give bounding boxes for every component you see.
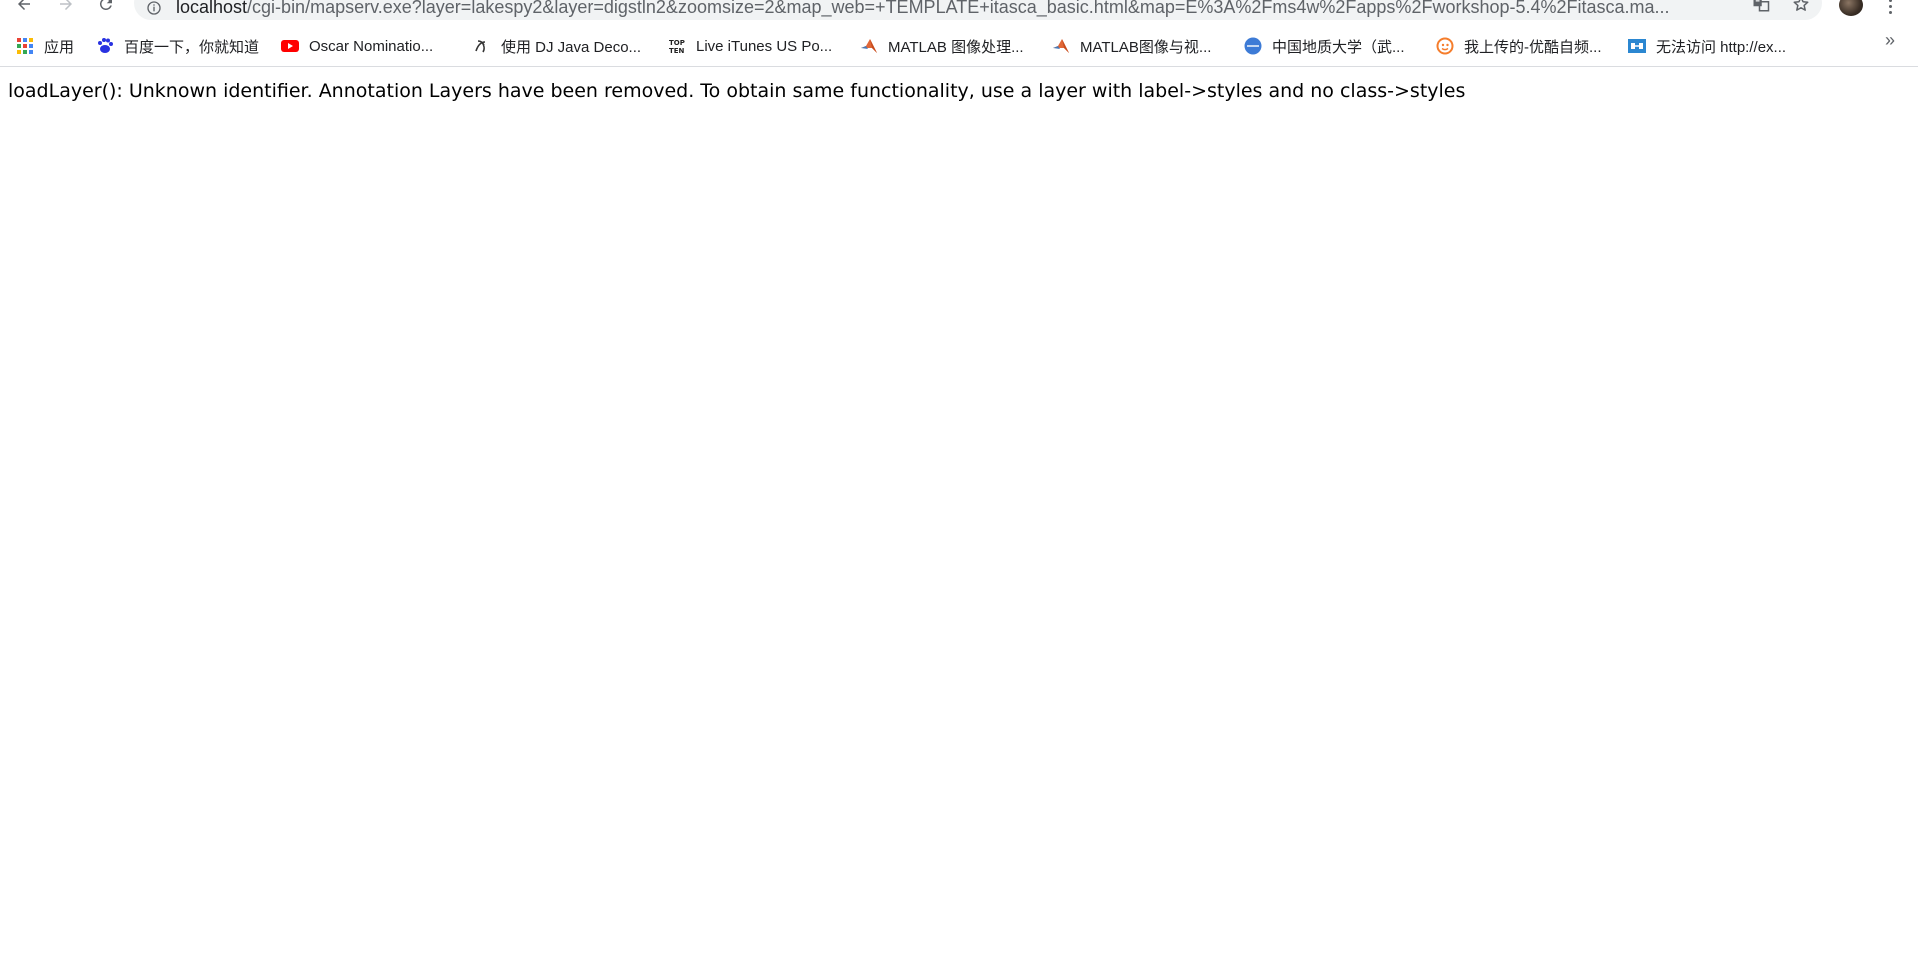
reload-icon <box>99 0 112 10</box>
back-button[interactable] <box>10 0 38 16</box>
bookmark-oscar[interactable]: Oscar Nominatio... <box>281 34 433 58</box>
broken-page-icon <box>1628 37 1646 55</box>
bookmark-apps[interactable]: 应用 <box>16 34 74 58</box>
svg-text:TEN: TEN <box>669 47 685 55</box>
svg-text:TOP: TOP <box>669 39 685 47</box>
address-bar[interactable]: localhost/cgi-bin/mapserv.exe?layer=lake… <box>134 0 1822 20</box>
baidu-paw-icon <box>96 37 114 55</box>
reload-button[interactable] <box>92 0 120 16</box>
bookmark-baidu[interactable]: 百度一下，你就知道 <box>96 34 259 58</box>
matlab-icon <box>860 37 878 55</box>
bookmark-itunes[interactable]: TOP TEN Live iTunes US Po... <box>668 34 832 58</box>
bookmark-label: Live iTunes US Po... <box>696 37 833 55</box>
translate-icon <box>1753 0 1770 12</box>
url-host: localhost <box>176 0 248 17</box>
bookmark-label: MATLAB图像与视... <box>1080 38 1212 56</box>
translate-button[interactable] <box>1750 0 1772 16</box>
menu-dot-icon <box>1888 0 1892 2</box>
bookmark-label: Oscar Nominatio... <box>309 37 434 55</box>
dj-java-icon <box>473 37 491 55</box>
bookmark-label: 中国地质大学（武... <box>1272 38 1405 56</box>
bookmark-cug[interactable]: 中国地质大学（武... <box>1244 34 1405 58</box>
info-icon <box>147 1 161 15</box>
bookmark-label: 应用 <box>44 38 75 56</box>
arrow-left-icon <box>18 0 30 10</box>
bookmark-matlab-1[interactable]: MATLAB 图像处理... <box>860 34 1024 58</box>
matlab-icon <box>1052 37 1070 55</box>
arrow-right-icon <box>60 0 72 10</box>
error-message: loadLayer(): Unknown identifier. Annotat… <box>8 80 1466 102</box>
bookmark-label: MATLAB 图像处理... <box>888 38 1024 56</box>
bookmark-dj-java[interactable]: 使用 DJ Java Deco... <box>473 34 641 58</box>
itunes-chart-icon: TOP TEN <box>668 37 686 55</box>
bookmark-unreachable[interactable]: 无法访问 http://ex... <box>1628 34 1786 58</box>
youku-icon <box>1436 37 1454 55</box>
apps-grid-icon <box>16 37 34 55</box>
menu-dot-icon <box>1888 5 1892 8</box>
bookmarks-bar: 应用 百度一下，你就知道 Oscar Nominatio... 使用 DJ Ja… <box>0 26 1918 67</box>
bookmark-star-button[interactable] <box>1790 0 1812 16</box>
bookmark-label: 使用 DJ Java Deco... <box>501 38 642 56</box>
profile-avatar[interactable] <box>1839 0 1863 16</box>
star-icon <box>1793 0 1809 11</box>
bookmark-matlab-2[interactable]: MATLAB图像与视... <box>1052 34 1211 58</box>
menu-dot-icon <box>1888 11 1892 14</box>
youtube-icon <box>281 37 299 55</box>
bookmarks-overflow-button[interactable]: » <box>1878 30 1902 54</box>
forward-button[interactable] <box>52 0 80 16</box>
url-text[interactable]: localhost/cgi-bin/mapserv.exe?layer=lake… <box>176 0 1716 17</box>
bookmark-label: 百度一下，你就知道 <box>124 38 260 56</box>
browser-menu-button[interactable] <box>1882 0 1898 16</box>
bookmark-label: 我上传的-优酷自频... <box>1464 38 1602 56</box>
url-path: /cgi-bin/mapserv.exe?layer=lakespy2&laye… <box>247 0 1670 17</box>
globe-icon <box>1244 37 1262 55</box>
browser-toolbar: localhost/cgi-bin/mapserv.exe?layer=lake… <box>0 0 1918 26</box>
bookmark-youku[interactable]: 我上传的-优酷自频... <box>1436 34 1602 58</box>
bookmark-label: 无法访问 http://ex... <box>1656 38 1787 56</box>
